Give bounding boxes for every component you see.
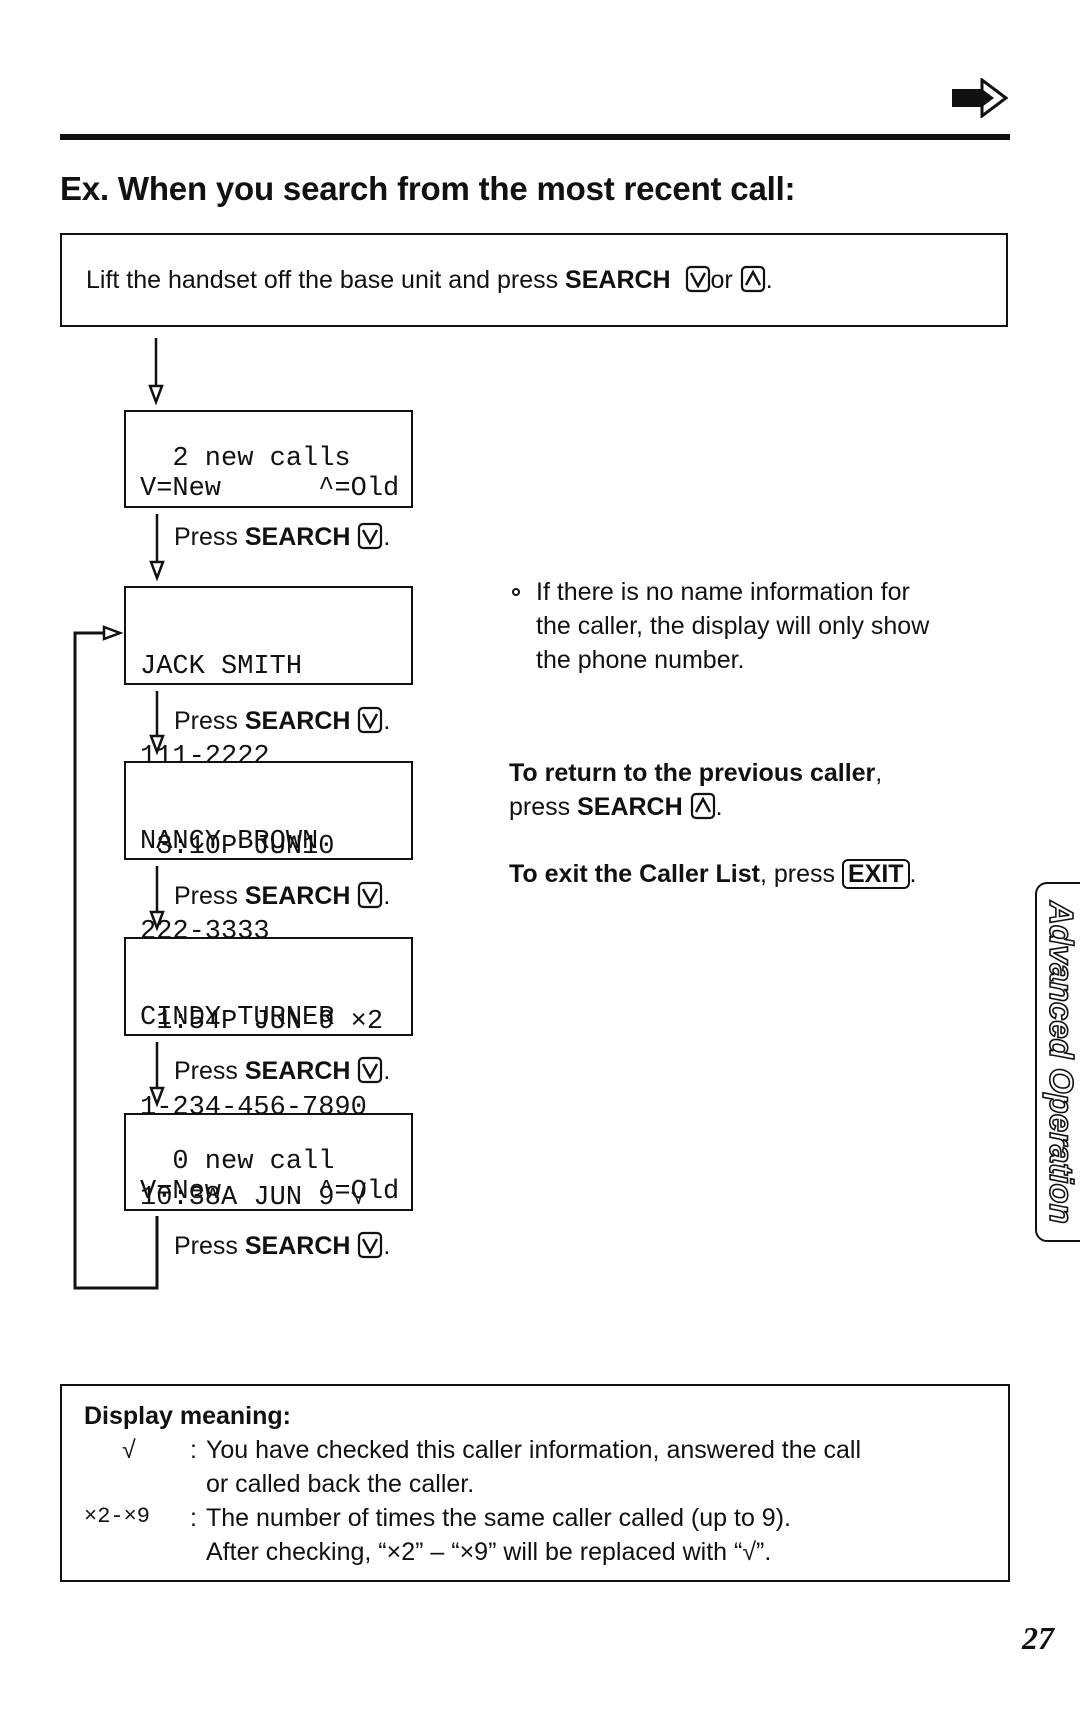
note-no-name: If there is no name information for the … xyxy=(536,575,929,677)
step-press-search: Press SEARCH . xyxy=(174,1056,391,1085)
exit-key-icon: EXIT xyxy=(841,859,910,889)
meaning-text: After checking, “×2” – “×9” will be repl… xyxy=(206,1538,772,1566)
lcd-line: CINDY TURNER xyxy=(140,1003,335,1033)
flow-arrowhead xyxy=(148,384,164,406)
meaning-text: The number of times the same caller call… xyxy=(206,1504,791,1532)
flow-arrowhead xyxy=(149,560,165,582)
repeat-count-symbol: ×2-×9 xyxy=(84,1504,151,1529)
lcd-display-cindy-turner: CINDY TURNER 1-234-456-7890 10:38A JUN 9… xyxy=(124,937,413,1213)
step-press-search: Press SEARCH . xyxy=(174,1231,391,1260)
lcd-line: JACK SMITH xyxy=(140,652,303,682)
lcd-line: 0 new call xyxy=(140,1147,335,1177)
lcd-line: 2 new calls xyxy=(140,444,351,474)
step-press-search: Press SEARCH . xyxy=(174,706,391,735)
page-number: 27 xyxy=(1022,1620,1054,1656)
search-up-key-icon xyxy=(690,792,715,820)
search-down-key-icon xyxy=(358,522,383,550)
search-down-key-icon xyxy=(358,881,383,909)
note-return-previous: To return to the previous caller, press … xyxy=(509,759,883,821)
lcd-display-new-calls: 2 new calls V=New ^=Old xyxy=(124,410,413,508)
meaning-text: You have checked this caller information… xyxy=(206,1436,862,1464)
colon: : xyxy=(190,1436,197,1464)
check-symbol: √ xyxy=(122,1436,136,1464)
bullet-icon xyxy=(512,588,520,596)
lcd-line: V=New ^=Old xyxy=(140,474,400,504)
lcd-display-jack-smith: JACK SMITH 111-2222 3:10P JUN10 xyxy=(124,586,413,862)
loop-back-arrowhead xyxy=(102,625,124,641)
search-down-key-icon xyxy=(358,1231,383,1259)
note-line: the caller, the display will only show xyxy=(536,612,930,640)
display-meaning-box: Display meaning: √ : You have checked th… xyxy=(60,1384,1010,1582)
note-line: If there is no name information for xyxy=(536,578,910,606)
section-tab-label: Advanced Operation xyxy=(1042,900,1080,1224)
step-press-search: Press SEARCH . xyxy=(174,881,391,910)
lcd-line: V=New ^=Old xyxy=(140,1177,400,1207)
colon: : xyxy=(190,1504,197,1532)
meaning-text: or called back the caller. xyxy=(206,1470,475,1498)
section-tab-advanced-operation: Advanced Operation xyxy=(1035,882,1080,1242)
lcd-display-nancy-brown: NANCY BROWN 222-3333 1:54P JUN 9 ×2 xyxy=(124,761,413,1037)
lcd-line: NANCY BROWN xyxy=(140,827,319,857)
display-meaning-heading: Display meaning: xyxy=(84,1402,291,1430)
search-down-key-icon xyxy=(358,1056,383,1084)
lcd-display-no-new-calls: 0 new call V=New ^=Old xyxy=(124,1113,413,1211)
search-down-key-icon xyxy=(358,706,383,734)
step-press-search: Press SEARCH . xyxy=(174,522,391,551)
note-exit-caller-list: To exit the Caller List, press EXIT. xyxy=(509,859,917,889)
note-line: the phone number. xyxy=(536,646,745,674)
